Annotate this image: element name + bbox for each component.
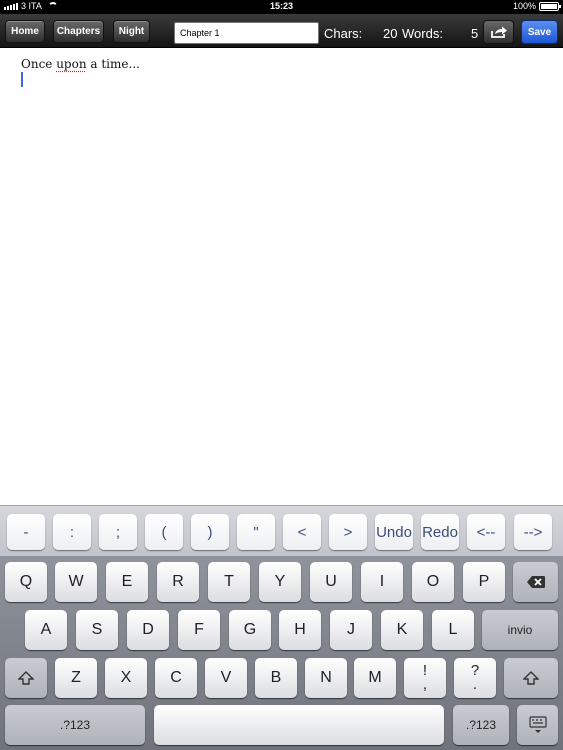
chars-label: Chars: xyxy=(324,26,363,41)
text-segment: a time... xyxy=(86,57,140,71)
words-count: 5 xyxy=(471,26,479,41)
shift-key-left[interactable] xyxy=(5,658,47,698)
share-icon xyxy=(490,26,507,38)
key-n[interactable]: N xyxy=(305,658,347,698)
accessory-key-greater-than[interactable]: > xyxy=(329,514,367,550)
key-g[interactable]: G xyxy=(229,610,271,650)
key-v[interactable]: V xyxy=(205,658,247,698)
key-x[interactable]: X xyxy=(105,658,147,698)
key-y[interactable]: Y xyxy=(259,562,301,602)
cursor-right-button[interactable]: --> xyxy=(514,514,552,550)
chars-count: 20 xyxy=(383,26,398,41)
key-r[interactable]: R xyxy=(157,562,199,602)
status-right: 100% xyxy=(512,1,561,11)
accessory-key-close-paren[interactable]: ) xyxy=(191,514,229,550)
key-e[interactable]: E xyxy=(106,562,148,602)
home-button[interactable]: Home xyxy=(5,20,45,43)
keyboard: Q W E R T Y U I O P A S D F G H J K L in… xyxy=(0,556,563,750)
key-f[interactable]: F xyxy=(178,610,220,650)
clock: 15:23 xyxy=(269,1,294,11)
misspelled-word: upon xyxy=(56,57,87,71)
key-bottom-char: , xyxy=(422,676,428,693)
accessory-bar: - : ; ( ) " < > Undo Redo <-- --> xyxy=(0,505,563,556)
key-u[interactable]: U xyxy=(310,562,352,602)
key-d[interactable]: D xyxy=(127,610,169,650)
toolbar: Home Chapters Night Chars: 20 Words: 5 S… xyxy=(0,14,563,48)
key-w[interactable]: W xyxy=(55,562,97,602)
chapters-button[interactable]: Chapters xyxy=(53,20,104,43)
accessory-key-dash[interactable]: - xyxy=(7,514,45,550)
night-button[interactable]: Night xyxy=(113,20,150,43)
numbers-key-left[interactable]: .?123 xyxy=(5,705,145,745)
key-j[interactable]: J xyxy=(330,610,372,650)
space-bar[interactable] xyxy=(154,705,444,745)
key-a[interactable]: A xyxy=(25,610,67,650)
cursor-left-button[interactable]: <-- xyxy=(467,514,505,550)
key-question-period[interactable]: ? . xyxy=(454,658,496,698)
accessory-key-less-than[interactable]: < xyxy=(283,514,321,550)
backspace-icon xyxy=(526,576,545,588)
key-s[interactable]: S xyxy=(76,610,118,650)
key-m[interactable]: M xyxy=(354,658,396,698)
editor-text: Once upon a time... xyxy=(21,57,140,71)
text-cursor xyxy=(21,72,23,87)
chapter-title-input[interactable] xyxy=(174,22,319,44)
dismiss-keyboard-key[interactable] xyxy=(517,705,558,745)
shift-icon xyxy=(523,671,539,685)
key-k[interactable]: K xyxy=(381,610,423,650)
key-exclaim-comma[interactable]: ! , xyxy=(404,658,446,698)
text-editor[interactable]: Once upon a time... xyxy=(0,48,563,505)
share-button[interactable] xyxy=(483,20,514,44)
key-i[interactable]: I xyxy=(361,562,403,602)
key-q[interactable]: Q xyxy=(5,562,47,602)
undo-button[interactable]: Undo xyxy=(375,514,413,550)
numbers-key-right[interactable]: .?123 xyxy=(453,705,509,745)
keyboard-dismiss-icon xyxy=(528,716,547,733)
accessory-key-quote[interactable]: " xyxy=(237,514,275,550)
battery-percent: 100% xyxy=(512,1,536,11)
key-p[interactable]: P xyxy=(463,562,505,602)
key-t[interactable]: T xyxy=(208,562,250,602)
backspace-key[interactable] xyxy=(513,562,558,602)
redo-button[interactable]: Redo xyxy=(421,514,459,550)
words-label: Words: xyxy=(402,26,443,41)
key-b[interactable]: B xyxy=(255,658,297,698)
accessory-key-open-paren[interactable]: ( xyxy=(145,514,183,550)
key-bottom-char: . xyxy=(472,676,478,693)
save-button[interactable]: Save xyxy=(521,20,558,44)
text-segment: Once xyxy=(21,57,57,71)
accessory-key-colon[interactable]: : xyxy=(53,514,91,550)
key-h[interactable]: H xyxy=(279,610,321,650)
shift-icon xyxy=(18,671,34,685)
status-bar: 3 ITA 15:23 100% xyxy=(0,0,563,14)
key-o[interactable]: O xyxy=(412,562,454,602)
battery-icon xyxy=(539,1,561,11)
key-l[interactable]: L xyxy=(432,610,474,650)
accessory-key-semicolon[interactable]: ; xyxy=(99,514,137,550)
shift-key-right[interactable] xyxy=(504,658,558,698)
key-c[interactable]: C xyxy=(155,658,197,698)
return-key[interactable]: invio xyxy=(482,610,558,650)
key-z[interactable]: Z xyxy=(55,658,97,698)
